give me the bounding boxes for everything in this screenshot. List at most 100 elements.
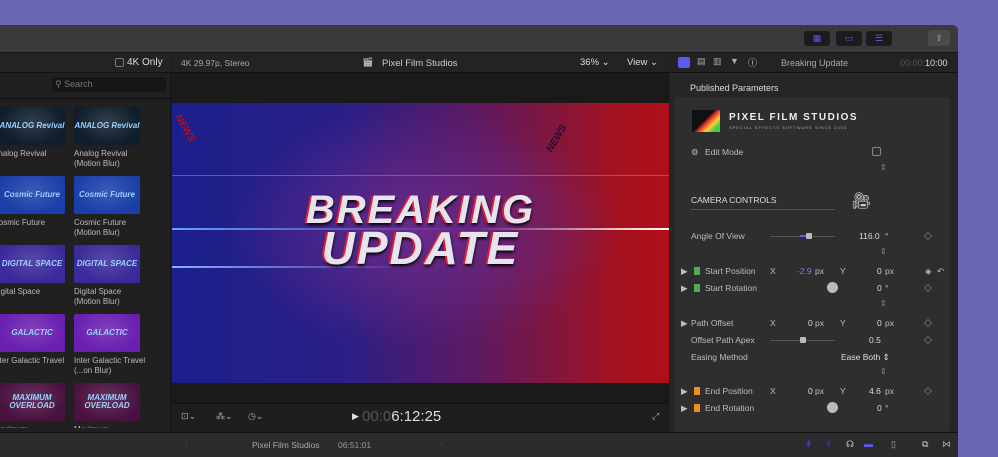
effect-thumbnail: GALACTIC [74, 314, 140, 352]
skimming-icon[interactable]: ⫩ [826, 439, 831, 450]
easing-method-select[interactable]: Ease Both ⇕ [841, 350, 890, 364]
start-x-value[interactable]: -2.9 [797, 264, 812, 278]
effect-thumbnail: DIGITAL SPACE [74, 245, 140, 283]
clip-duration: 00:00:10:00 [900, 58, 948, 68]
edit-mode-checkbox[interactable] [872, 147, 881, 156]
effect-item[interactable]: DIGITAL SPACE Digital Space [0, 245, 65, 297]
viewer-controls: ⊡⌄ ⁂⌄ ◷⌄ ▶ 00:06:12:25 ⤢ [172, 403, 669, 431]
effect-item[interactable]: GALACTIC Inter Galactic Travel (...on Blu… [74, 314, 146, 376]
inspector-toggle-sliders-icon[interactable]: ☰ [866, 31, 892, 46]
effect-item[interactable]: ANALOG Revival Analog Revival (Motion Blu… [74, 107, 146, 169]
angle-value[interactable]: 116.0 [859, 229, 880, 243]
rotation-dial[interactable] [827, 282, 838, 293]
effect-thumbnail: GALACTIC [0, 314, 65, 352]
brand-name: PIXEL FILM STUDIOS [729, 112, 859, 123]
effect-title: Inter Galactic Travel (...on Blur) [74, 356, 146, 375]
stepper-icon[interactable]: ⇕ [880, 299, 887, 308]
fullscreen-icon[interactable]: ⤢ [652, 411, 659, 422]
keyframe-icon[interactable] [923, 318, 933, 328]
stepper-icon[interactable]: ⇕ [880, 163, 887, 172]
view-menu[interactable]: View ⌄ [627, 57, 658, 68]
published-parameters: PIXEL FILM STUDIOS SPECIAL EFFECTS SOFTW… [675, 97, 950, 432]
start-rotation-label: Start Rotation [705, 283, 757, 293]
keyframe-icon[interactable] [923, 386, 933, 396]
share-icon[interactable]: ⇪ [928, 30, 950, 46]
headphones-icon[interactable]: ☊ [846, 439, 854, 450]
inspector-panel: Published Parameters PIXEL FILM STUDIOS … [670, 73, 958, 432]
path-offset-x[interactable]: 0 [808, 316, 813, 330]
browser-toggle-grid-icon[interactable]: ▦ [804, 31, 830, 46]
transitions-icon[interactable]: ⋈ [942, 439, 951, 450]
angle-slider[interactable] [770, 233, 835, 239]
timeline-index-icon[interactable]: ⧉ [922, 439, 928, 450]
color-inspector-icon[interactable]: ▼ [730, 56, 739, 66]
end-y-value[interactable]: 4.6 [869, 384, 881, 398]
path-offset-y[interactable]: 0 [877, 316, 882, 330]
back-arrow-icon[interactable]: ‹ [185, 439, 188, 449]
effect-item[interactable]: GALACTIC Inter Galactic Travel [0, 314, 65, 366]
disclosure-icon[interactable]: ▶ [681, 401, 688, 415]
effect-thumbnail: Cosmic Future [74, 176, 140, 214]
stepper-icon[interactable]: ⇕ [880, 247, 887, 256]
transform-tools-icon[interactable]: ⁂⌄ [216, 411, 233, 422]
disclosure-icon[interactable]: ▶ [681, 384, 688, 398]
info-icon[interactable]: ⓘ [748, 56, 757, 69]
rotation-dial[interactable] [827, 402, 838, 413]
view-options-icon[interactable]: ⊡⌄ [181, 411, 196, 422]
effect-item[interactable]: Cosmic Future Cosmic Future [0, 176, 65, 228]
stepper-icon[interactable]: ⇕ [880, 367, 887, 376]
offset-path-apex-label: Offset Path Apex [691, 335, 755, 345]
play-icon[interactable]: ▶ [352, 411, 359, 422]
add-keyframe-icon[interactable]: ◈ [925, 264, 932, 278]
4k-only-checkbox[interactable] [115, 58, 124, 67]
orange-tag-icon [694, 404, 700, 412]
timeline-duration: 06:51:01 [338, 440, 372, 450]
search-input[interactable]: ⚲ Search [52, 77, 166, 92]
effect-item[interactable]: DIGITAL SPACE Digital Space (Motion Blur) [74, 245, 146, 307]
search-icon: ⚲ [55, 79, 65, 89]
browser-panel: 4K Only ⚲ Search ANALOG Revival Analog Re… [0, 53, 171, 432]
start-y-value[interactable]: 0 [877, 264, 882, 278]
timeline-toggle-filmstrip-icon[interactable]: ▭ [836, 31, 862, 46]
clip-appearance-icon[interactable]: ▯ [891, 439, 896, 450]
video-frame[interactable]: BREAKING UPDATE NEWS NEWS [172, 103, 669, 383]
retime-icon[interactable]: ◷⌄ [248, 411, 263, 422]
effect-title: Analog Revival [0, 149, 47, 158]
effects-grid: ANALOG RevivalAnalog RevivalANALOG Reviv… [0, 98, 171, 428]
format-label: 4K 29.97p, Stereo [181, 58, 250, 68]
text-inspector-icon[interactable]: ▤ [697, 56, 706, 67]
green-tag-icon [694, 284, 700, 292]
apex-slider[interactable] [770, 337, 835, 343]
keyframe-icon[interactable] [923, 335, 933, 345]
audio-skimming-icon[interactable]: ⫩ [806, 439, 811, 450]
disclosure-icon[interactable]: ▶ [681, 264, 688, 278]
brand-tagline: SPECIAL EFFECTS SOFTWARE SINCE 2005 [729, 125, 848, 130]
effect-item[interactable]: MAXIMUM OVERLOAD Maximum [74, 383, 146, 428]
snapping-icon[interactable]: ▬ [864, 439, 873, 449]
clip-title: Breaking Update [781, 58, 849, 68]
effect-title: Digital Space [0, 287, 41, 296]
apex-value[interactable]: 0.5 [869, 333, 881, 347]
generator-inspector-icon[interactable] [678, 57, 690, 68]
effect-item[interactable]: ANALOG Revival Analog Revival [0, 107, 65, 159]
effect-item[interactable]: Cosmic Future Cosmic Future (Motion Blur) [74, 176, 146, 238]
reset-icon[interactable]: ↶ [937, 264, 944, 278]
video-title: BREAKING UPDATE [305, 188, 536, 274]
end-rotation-value[interactable]: 0 [877, 401, 882, 415]
start-rotation-value[interactable]: 0 [877, 281, 882, 295]
video-inspector-icon[interactable]: ▥ [713, 56, 722, 67]
forward-arrow-icon[interactable]: › [440, 439, 443, 449]
end-x-value[interactable]: 0 [808, 384, 813, 398]
timecode-display: 00:06:12:25 [362, 408, 442, 425]
zoom-menu[interactable]: 36% ⌄ [580, 57, 610, 68]
effect-title: Maximum [0, 425, 65, 428]
news-tag: NEWS [172, 112, 198, 145]
effect-title: Cosmic Future (Motion Blur) [74, 218, 127, 237]
keyframe-icon[interactable] [923, 283, 933, 293]
viewer-header: 4K 29.97p, Stereo 🎬︎ Pixel Film Studios … [172, 53, 669, 73]
disclosure-icon[interactable]: ▶ [681, 281, 688, 295]
top-toolbar: ▦ ▭ ☰ ⇪ [0, 25, 958, 53]
keyframe-icon[interactable] [923, 231, 933, 241]
disclosure-icon[interactable]: ▶ [681, 316, 688, 330]
effect-item[interactable]: MAXIMUM OVERLOAD Maximum [0, 383, 65, 428]
